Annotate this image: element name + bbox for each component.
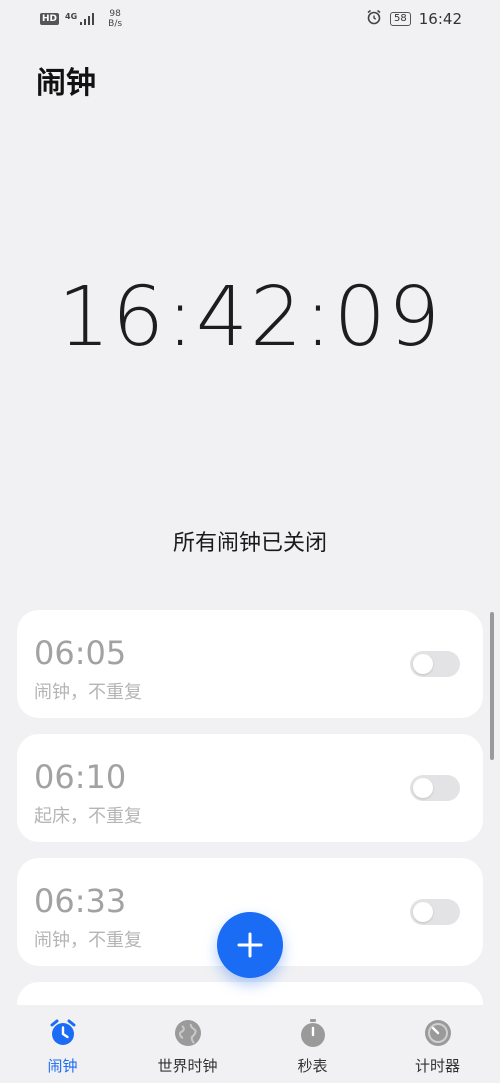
alarm-status-icon: [366, 9, 382, 29]
alarm-toggle[interactable]: [410, 651, 460, 677]
alarm-status-text: 所有闹钟已关闭: [172, 531, 327, 556]
battery-icon: 58: [390, 12, 411, 26]
nav-label: 世界时钟: [157, 1057, 218, 1075]
alarm-item[interactable]: 06:05 闹钟，不重复: [17, 610, 483, 718]
alarm-label: 闹钟，不重复: [34, 930, 142, 951]
alarm-time: 06:05: [34, 634, 127, 672]
stopwatch-icon: [298, 1018, 328, 1048]
timer-icon: [423, 1018, 453, 1048]
net-speed-value: 98: [109, 9, 121, 19]
alarm-label: 起床，不重复: [34, 806, 142, 827]
status-time: 16:42: [418, 10, 462, 28]
page-title: 闹钟: [36, 66, 96, 101]
status-bar: HD 4G 98 B/s 58 16:42: [0, 0, 500, 38]
alarm-time: 06:10: [34, 758, 127, 796]
globe-icon: [173, 1018, 203, 1048]
nav-label: 计时器: [414, 1057, 460, 1075]
network-type: 4G: [65, 12, 78, 21]
hd-icon: HD: [40, 13, 60, 25]
alarm-toggle[interactable]: [410, 775, 460, 801]
plus-icon: [237, 932, 263, 958]
toggle-knob: [413, 902, 433, 922]
add-alarm-button[interactable]: [217, 912, 283, 978]
nav-item-timer[interactable]: 计时器: [375, 1005, 500, 1083]
status-left: HD 4G 98 B/s: [40, 9, 122, 29]
nav-label: 秒表: [297, 1057, 328, 1075]
battery-level: 58: [394, 13, 407, 24]
status-right: 58 16:42: [366, 9, 462, 29]
current-time-display: 16:42:09: [57, 270, 443, 365]
bottom-nav: 闹钟 世界时钟 秒表 计时器: [0, 1005, 500, 1083]
nav-item-alarm[interactable]: 闹钟: [0, 1005, 125, 1083]
nav-item-world-clock[interactable]: 世界时钟: [125, 1005, 250, 1083]
scrollbar[interactable]: [490, 612, 494, 760]
alarm-toggle[interactable]: [410, 899, 460, 925]
alarm-item[interactable]: 06:10 起床，不重复: [17, 734, 483, 842]
net-speed: 98 B/s: [108, 9, 122, 29]
alarm-time: 06:33: [34, 882, 127, 920]
net-speed-unit: B/s: [108, 19, 123, 29]
nav-item-stopwatch[interactable]: 秒表: [250, 1005, 375, 1083]
nav-label: 闹钟: [47, 1057, 78, 1075]
alarm-label: 闹钟，不重复: [34, 682, 142, 703]
signal-icon: 4G: [65, 13, 96, 25]
alarm-clock-icon: [48, 1018, 78, 1048]
toggle-knob: [413, 778, 433, 798]
toggle-knob: [413, 654, 433, 674]
